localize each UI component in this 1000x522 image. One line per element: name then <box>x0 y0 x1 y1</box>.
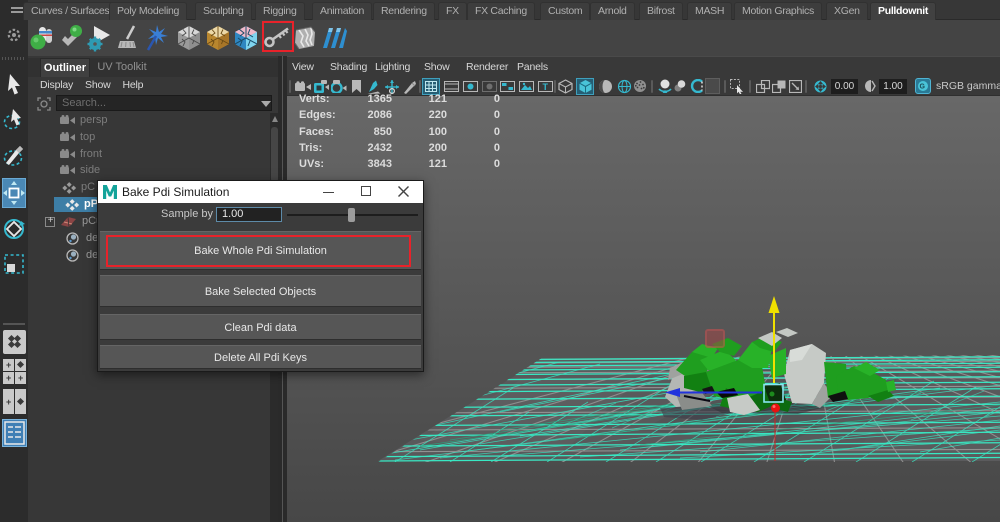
svg-text:+: + <box>6 373 11 383</box>
svg-text:+: + <box>18 373 23 383</box>
svg-text:G: G <box>920 84 926 91</box>
svg-text:T: T <box>543 82 549 92</box>
svg-text:+: + <box>6 397 11 407</box>
svg-text:+: + <box>6 360 11 370</box>
